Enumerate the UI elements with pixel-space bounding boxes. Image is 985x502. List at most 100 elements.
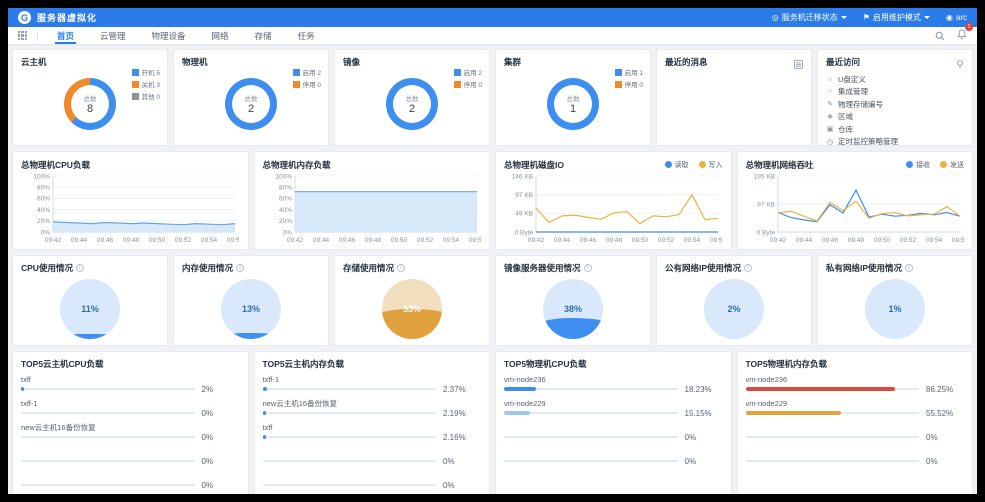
chart-legend-item[interactable]: 接收 [906, 160, 930, 170]
donut-center-label: 总数 [245, 93, 258, 103]
top5-row[interactable]: 0% [21, 471, 240, 494]
maintenance-mode-dropdown[interactable]: ⚑ 启用维护模式 [863, 12, 930, 23]
svg-text:0%: 0% [41, 229, 51, 236]
top5-row-name [504, 447, 723, 457]
bar-track [746, 436, 920, 438]
top5-row[interactable]: txff-12.37% [263, 375, 482, 399]
top5-row[interactable]: txff2% [21, 375, 240, 399]
info-icon[interactable]: i [397, 264, 405, 272]
tab-6[interactable]: 任务 [285, 27, 328, 44]
top5-row[interactable]: 0% [263, 471, 482, 494]
top5-row[interactable]: new云主机16备份恢复0% [21, 423, 240, 447]
legend-label: 启用 1 [625, 67, 643, 77]
top5-row[interactable]: vm-node23686.25% [746, 375, 965, 399]
top5-row[interactable]: 0% [504, 447, 723, 471]
donut-center: 总数2 [393, 85, 431, 123]
bar-fill [263, 411, 267, 415]
list-icon[interactable] [794, 56, 803, 74]
donut-center: 总数8 [71, 85, 109, 123]
top5-row[interactable]: vm-node22955.52% [746, 399, 965, 423]
info-icon[interactable]: i [744, 264, 752, 272]
app-logo-icon: G [18, 11, 31, 24]
tab-1[interactable]: 首页 [44, 27, 87, 44]
svg-text:09:42: 09:42 [528, 237, 545, 244]
legend-swatch [615, 81, 622, 88]
svg-text:60%: 60% [278, 196, 291, 203]
pin-icon[interactable] [956, 56, 964, 74]
top5-row-name [504, 423, 723, 433]
user-menu[interactable]: ◉ arc [946, 13, 967, 22]
gauge-title-text: 镜像服务器使用情况 [504, 262, 581, 274]
chart-legend: 读取写入 [665, 160, 723, 170]
notifications[interactable]: 1 [957, 27, 967, 45]
recent-visit-item[interactable]: ○集成管理 [826, 86, 964, 99]
trend-chart: 0 Byte49 KB97 KB146 KB09:4209:4409:4609:… [504, 171, 722, 245]
svg-text:09:48: 09:48 [847, 237, 864, 244]
chart-legend-item[interactable]: 写入 [699, 160, 723, 170]
usage-gauge-card: 存储使用情况i53% [334, 255, 490, 346]
recent-visit-item[interactable]: ▣仓库 [826, 123, 964, 136]
recent-visit-item[interactable]: ◷定时监控策略管理 [826, 136, 964, 147]
chart-legend-label: 发送 [950, 162, 964, 169]
info-icon[interactable]: i [584, 264, 592, 272]
top5-row-name: vm-node236 [746, 375, 965, 385]
top5-row[interactable]: 0% [504, 423, 723, 447]
tab-3[interactable]: 物理设备 [139, 27, 199, 44]
top5-row[interactable]: vm-node22915.15% [504, 399, 723, 423]
bar-fill [263, 387, 267, 391]
donut-chart: 总数2 [225, 78, 277, 130]
recent-visit-label: 区域 [838, 111, 853, 122]
svg-text:09:48: 09:48 [364, 237, 381, 244]
donut-legend: 启用 1停用 0 [615, 67, 643, 89]
top5-row[interactable]: 0% [746, 423, 965, 447]
chart-legend-item[interactable]: 发送 [940, 160, 964, 170]
search-icon[interactable] [935, 31, 945, 41]
svg-text:09:42: 09:42 [45, 237, 62, 244]
donut-center-value: 2 [409, 103, 415, 115]
gauge-value: 53% [382, 304, 442, 314]
info-icon[interactable]: i [236, 264, 244, 272]
info-icon[interactable]: i [76, 264, 84, 272]
top5-row[interactable]: txff2.16% [263, 423, 482, 447]
summary-card: 集群启用 1停用 0总数1 [495, 49, 651, 146]
top5-row-value: 0% [202, 409, 240, 418]
svg-text:09:52: 09:52 [899, 237, 916, 244]
top5-row[interactable]: 0% [746, 447, 965, 471]
legend-label: 其他 0 [142, 91, 160, 101]
gauge-title: 私有网络IP使用情况i [826, 262, 964, 274]
gauge-wave [60, 334, 120, 339]
tab-5[interactable]: 存储 [242, 27, 285, 44]
top5-row-bar: 0% [21, 409, 240, 417]
tab-4[interactable]: 网络 [199, 27, 242, 44]
clock-icon: ◷ [826, 138, 834, 146]
top5-row[interactable]: 0% [21, 447, 240, 471]
top5-row[interactable]: vm-node23618.23% [504, 375, 723, 399]
top5-row[interactable]: txff-10% [21, 399, 240, 423]
top5-row[interactable]: new云主机16备份恢复2.19% [263, 399, 482, 423]
usage-gauge-card: 镜像服务器使用情况i38% [495, 255, 651, 346]
chart-title: 总物理机磁盘IO [504, 159, 564, 171]
legend-swatch [454, 81, 461, 88]
svg-text:09:54: 09:54 [925, 237, 942, 244]
info-icon[interactable]: i [905, 264, 913, 272]
trend-chart-card: 总物理机CPU负载0%20%40%60%80%100%09:4209:4409:… [12, 151, 249, 250]
messages-card-title: 最近的消息 [665, 56, 803, 68]
migration-status-dropdown[interactable]: ◎ 服务机迁移状态 [772, 12, 847, 23]
recent-visit-item[interactable]: ❖区域 [826, 111, 964, 124]
gauge-title: 公有网络IP使用情况i [665, 262, 803, 274]
bar-track [21, 388, 195, 390]
recent-visits-title: 最近访问 [826, 56, 964, 68]
bar-track [504, 436, 678, 438]
top5-row[interactable]: 0% [263, 447, 482, 471]
chart-legend-item[interactable]: 读取 [665, 160, 689, 170]
usage-gauge-card: CPU使用情况i11% [12, 255, 168, 346]
top5-row-value: 0% [443, 457, 481, 466]
apps-grid-icon[interactable] [18, 31, 27, 40]
bar-track [263, 460, 437, 462]
recent-visit-item[interactable]: ✎物理存储编号 [826, 98, 964, 111]
tab-2[interactable]: 云管理 [87, 27, 139, 44]
recent-visit-item[interactable]: ○U盘定义 [826, 73, 964, 86]
user-icon: ◉ [946, 14, 953, 22]
liquid-gauge: 13% [221, 279, 281, 339]
gauge-value: 2% [704, 304, 764, 314]
